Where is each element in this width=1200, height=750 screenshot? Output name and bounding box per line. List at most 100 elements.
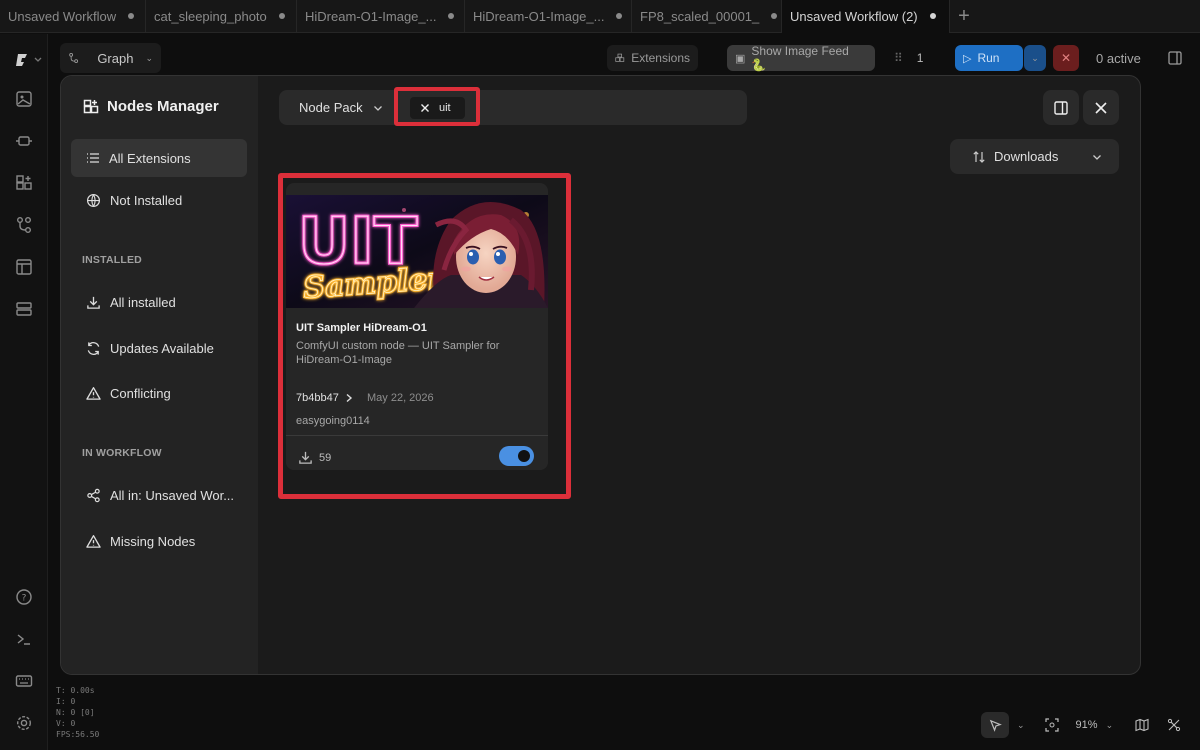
unsaved-dot-icon — [771, 13, 778, 19]
unsaved-dot-icon — [448, 13, 455, 19]
search-bar[interactable]: Node Pack uit — [279, 90, 747, 125]
close-dialog-button[interactable] — [1083, 90, 1119, 125]
graph-icon — [69, 52, 79, 64]
help-icon[interactable]: ? — [15, 588, 35, 608]
left-sidebar-rail: ? — [0, 34, 48, 750]
node-library-icon[interactable] — [15, 174, 35, 194]
tab-hidream-2[interactable]: HiDream-O1-Image_... — [465, 0, 632, 33]
active-queue-status[interactable]: 0 active — [1088, 45, 1152, 71]
warning-triangle-icon — [86, 534, 101, 548]
nav-label: All Extensions — [109, 150, 191, 166]
comfy-logo-icon[interactable] — [14, 50, 42, 70]
run-options-dropdown[interactable]: ⌄ — [1024, 45, 1046, 71]
workflows-icon[interactable] — [15, 216, 35, 236]
unsaved-dot-icon — [616, 13, 623, 19]
tab-label: cat_sleeping_photo — [154, 8, 267, 24]
templates-icon[interactable] — [15, 258, 35, 278]
new-tab-button[interactable]: + — [950, 0, 978, 33]
toggle-details-panel-button[interactable] — [1043, 90, 1079, 125]
in-workflow-section-header: IN WORKFLOW — [82, 447, 162, 459]
queue-icon[interactable] — [15, 300, 35, 320]
toggle-panel-button[interactable] — [1160, 45, 1190, 71]
nav-conflicting[interactable]: Conflicting — [71, 374, 247, 412]
node-pack-filter-dropdown[interactable]: Node Pack — [279, 90, 383, 125]
dialog-title: All Extensions Nodes Manager — [83, 98, 219, 115]
nav-missing-nodes[interactable]: Missing Nodes — [71, 522, 247, 560]
nav-label: Updates Available — [110, 340, 214, 356]
show-image-feed-label: Show Image Feed 🐍 — [751, 44, 849, 72]
tab-cat-sleeping-photo[interactable]: cat_sleeping_photo — [146, 0, 297, 33]
select-mode-button[interactable] — [981, 712, 1009, 738]
batch-count-stepper[interactable]: ⠿ 1 — [886, 45, 948, 71]
chevron-down-icon[interactable]: ⌄ — [1106, 720, 1114, 731]
graph-mode-selector[interactable]: Graph ⌄ — [60, 43, 161, 73]
nav-label: Missing Nodes — [110, 533, 196, 549]
stat-i: I: 0 — [56, 697, 76, 706]
show-image-feed-button[interactable]: ▣ Show Image Feed 🐍 — [727, 44, 875, 72]
list-icon — [87, 153, 99, 163]
close-icon — [1095, 101, 1107, 114]
stat-time: T: 0.00s — [56, 686, 95, 695]
pointer-icon — [989, 719, 1002, 732]
node-pack-label: Node Pack — [299, 100, 363, 115]
chevron-down-icon: ⌄ — [1031, 52, 1039, 63]
zoom-level[interactable]: 91% — [1076, 719, 1098, 731]
globe-icon — [86, 193, 101, 207]
unsaved-dot-icon — [929, 13, 936, 19]
nav-label: Conflicting — [110, 385, 171, 401]
sort-by-dropdown[interactable]: Downloads — [950, 139, 1119, 174]
unsaved-dot-icon — [278, 13, 285, 19]
canvas-controls: ⌄ 91% ⌄ — [975, 710, 1190, 740]
settings-gear-icon[interactable] — [15, 714, 35, 734]
nav-all-extensions[interactable]: All Extensions — [71, 139, 247, 177]
dialog-title-label: Nodes Manager — [107, 98, 219, 115]
tab-label: Unsaved Workflow — [8, 8, 117, 24]
workflow-tab-bar: Unsaved Workflow cat_sleeping_photo HiDr… — [0, 0, 1200, 33]
tab-unsaved-workflow-2[interactable]: Unsaved Workflow (2) — [782, 0, 950, 33]
run-label: Run — [977, 51, 1000, 65]
terminal-icon[interactable] — [15, 630, 35, 650]
installed-section-header: INSTALLED — [82, 254, 142, 266]
chevron-down-icon: ⌄ — [145, 52, 153, 63]
share-nodes-icon — [87, 488, 100, 502]
tab-unsaved-workflow[interactable]: Unsaved Workflow — [0, 0, 146, 33]
nodes-manager-dialog: All Extensions Nodes Manager All Extensi… — [60, 75, 1141, 675]
chevron-down-icon[interactable]: ⌄ — [1017, 720, 1025, 731]
stat-fps: FPS:56.50 — [56, 730, 100, 739]
sort-label: Downloads — [994, 149, 1059, 164]
fit-view-icon[interactable] — [1044, 718, 1059, 732]
keyboard-icon[interactable] — [15, 672, 35, 692]
sort-arrows-icon — [973, 150, 985, 163]
tab-fp8-scaled[interactable]: FP8_scaled_00001_ — [632, 0, 782, 33]
run-button[interactable]: ▷ Run — [955, 45, 1023, 71]
nodes-manager-icon — [83, 99, 99, 113]
chevron-down-icon — [373, 105, 382, 111]
tab-label: Unsaved Workflow (2) — [790, 8, 918, 24]
nav-not-installed[interactable]: Not Installed — [71, 181, 247, 219]
link-visibility-icon[interactable] — [1167, 718, 1181, 732]
nodes-manager-sidebar: All Extensions Nodes Manager All Extensi… — [61, 76, 258, 674]
nodes-manager-content: Node Pack uit Downloads UIT UIT Sampler … — [258, 76, 1140, 674]
play-icon: ▷ — [963, 52, 972, 65]
image-library-icon[interactable] — [15, 90, 35, 110]
tab-hidream-1[interactable]: HiDream-O1-Image_... — [297, 0, 465, 33]
image-icon: ▣ — [735, 52, 746, 65]
batch-count-value: 1 — [916, 51, 924, 65]
panel-right-icon — [1168, 51, 1182, 65]
nav-updates-available[interactable]: Updates Available — [71, 329, 247, 367]
node-pack-card-highlight — [278, 173, 571, 499]
stat-v: V: 0 — [56, 719, 76, 728]
unsaved-dot-icon — [128, 13, 135, 19]
nav-label: Not Installed — [110, 192, 183, 208]
tab-label: HiDream-O1-Image_... — [473, 8, 605, 24]
interrupt-button[interactable]: ✕ — [1053, 45, 1079, 71]
minimap-icon[interactable] — [1135, 718, 1149, 732]
extensions-icon — [615, 53, 625, 62]
close-icon: ✕ — [1060, 51, 1072, 65]
plus-icon: + — [958, 4, 970, 27]
search-chip-highlight — [394, 87, 480, 126]
nav-all-installed[interactable]: All installed — [71, 283, 247, 321]
model-library-icon[interactable] — [15, 132, 35, 152]
nav-all-in-workflow[interactable]: All in: Unsaved Wor... — [71, 476, 247, 514]
extensions-button[interactable]: Extensions — [607, 45, 698, 71]
